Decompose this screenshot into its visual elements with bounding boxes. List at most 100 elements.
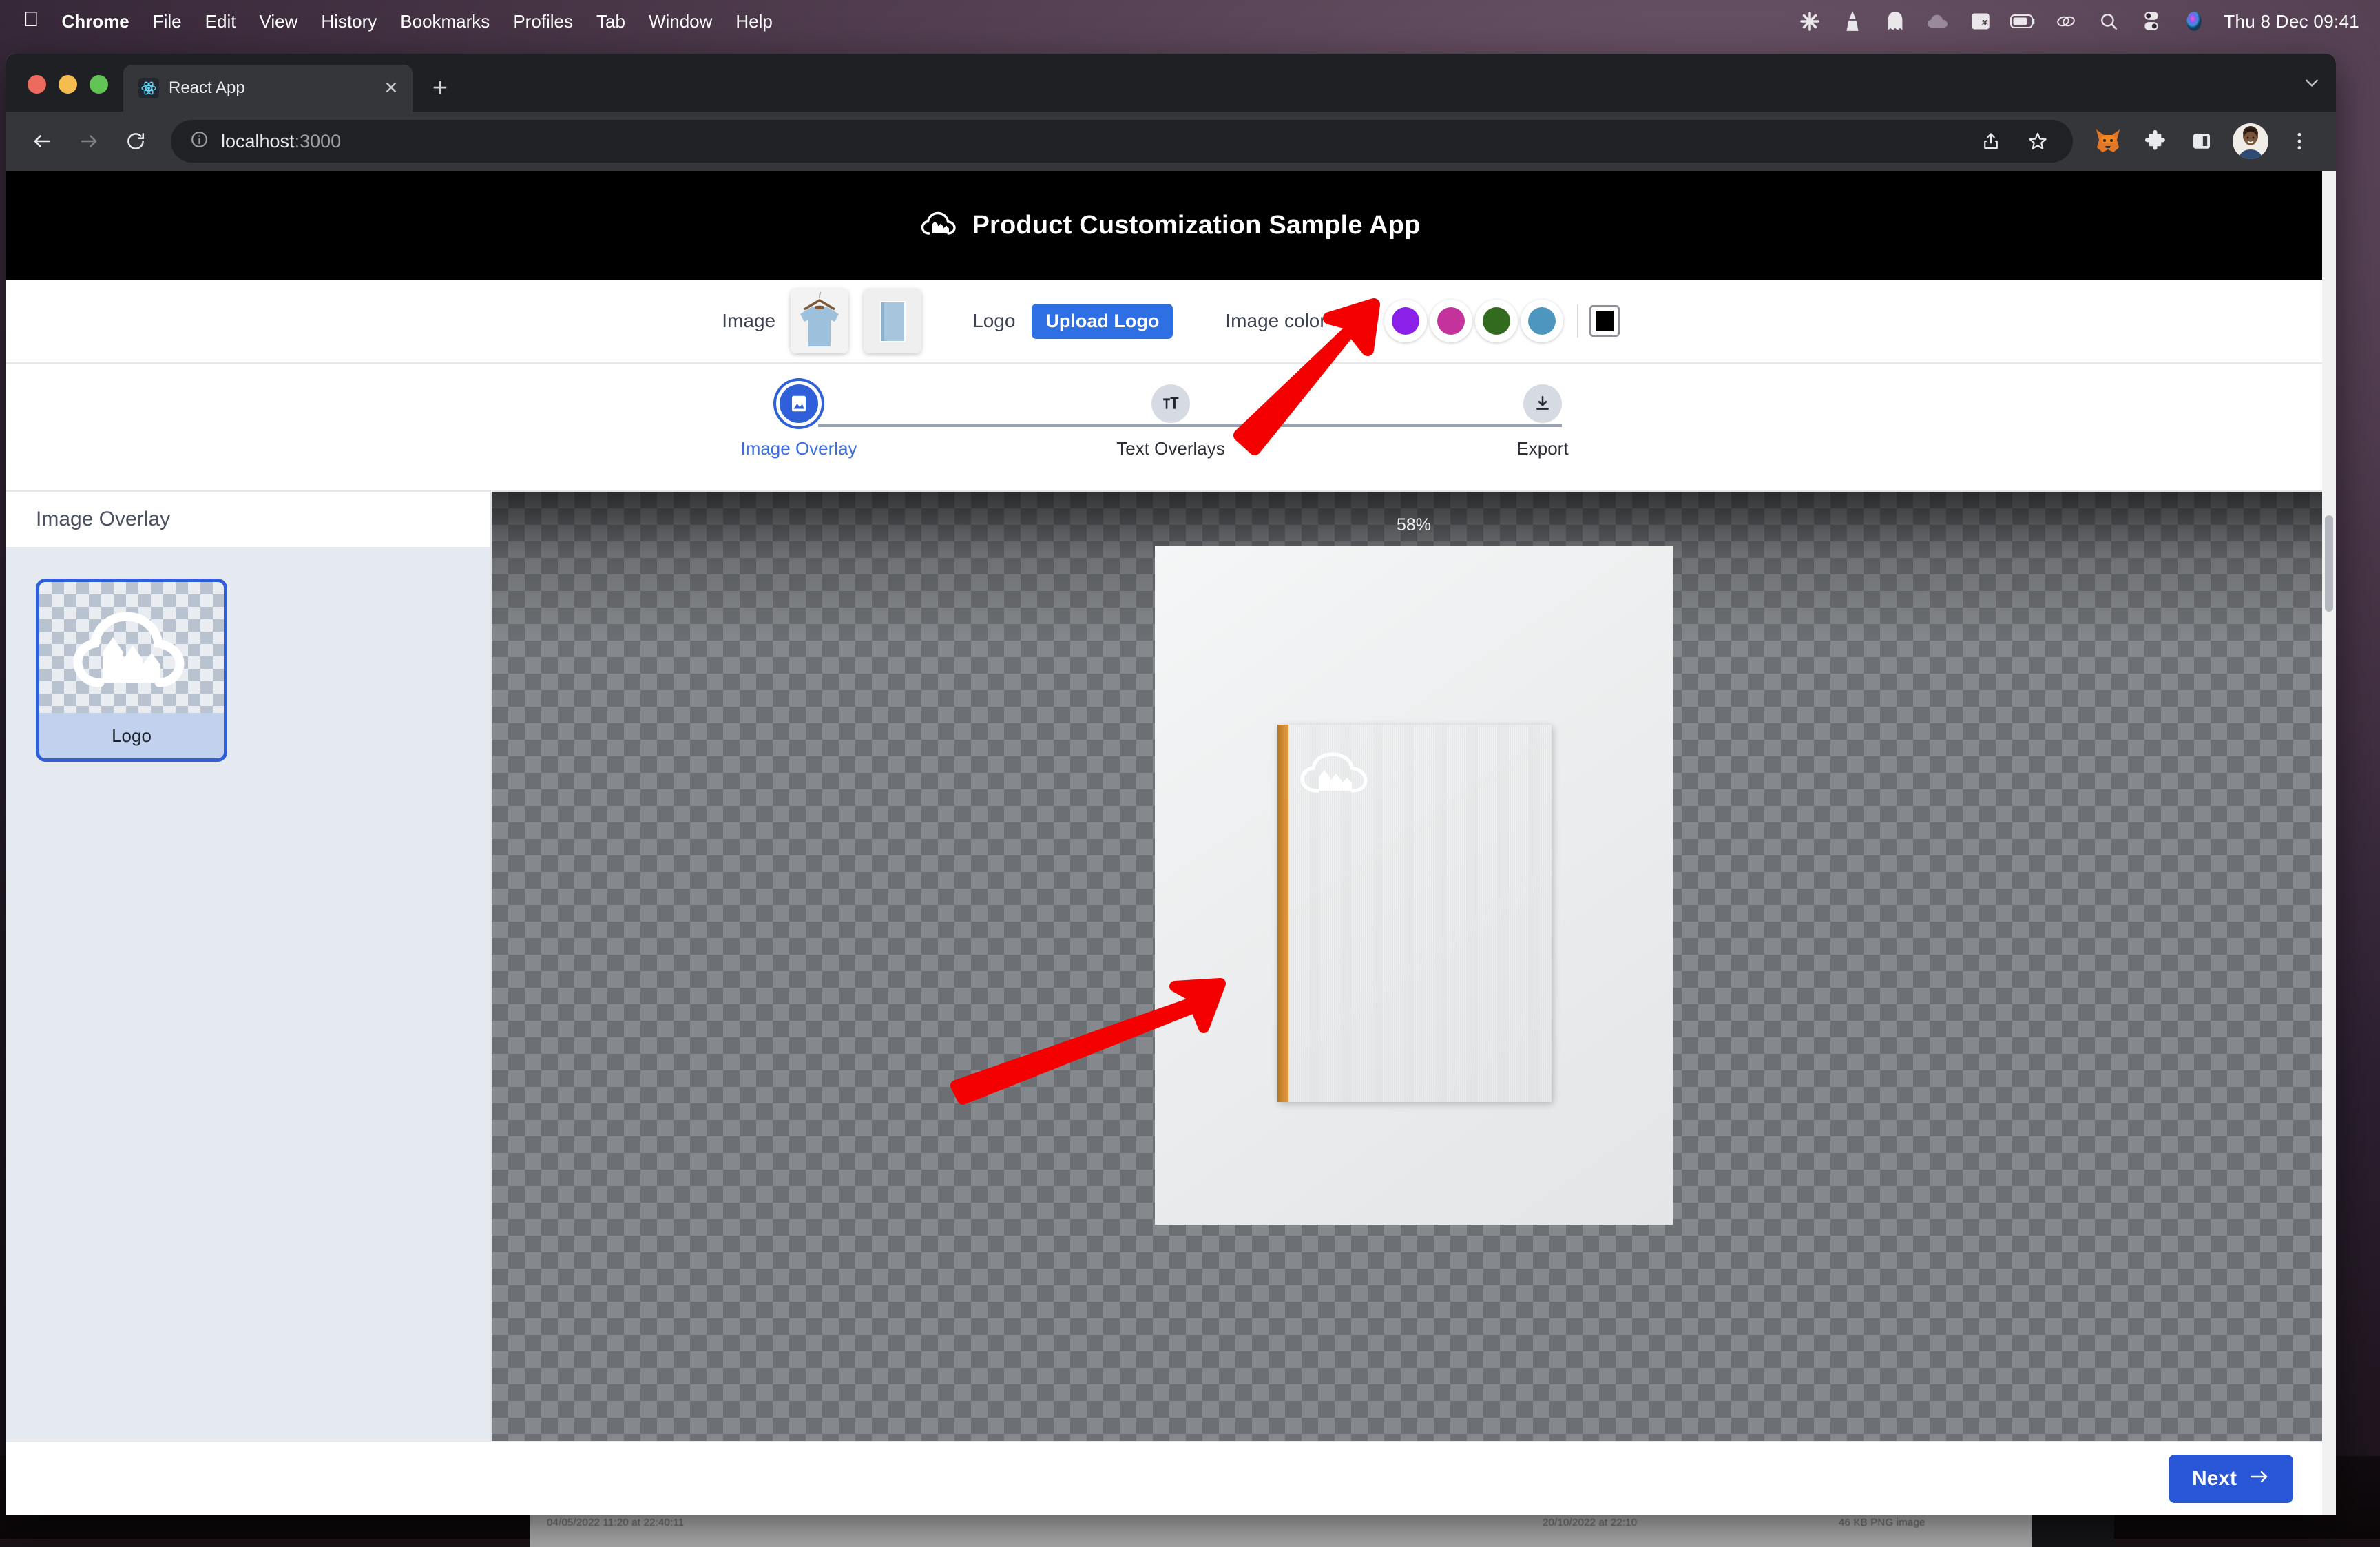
color-swatch-blue[interactable]	[1521, 300, 1563, 342]
app-title: Product Customization Sample App	[972, 211, 1420, 240]
next-button-label: Next	[2192, 1467, 2237, 1491]
browser-tab-strip: React App ✕ +	[6, 54, 2336, 112]
page-footer: Next	[6, 1441, 2336, 1515]
color-swatch-purple[interactable]	[1384, 300, 1427, 342]
color-swatch-green[interactable]	[1475, 300, 1518, 342]
product-preview-canvas[interactable]: 58%	[492, 492, 2336, 1441]
layers-sidebar: Image Overlay	[6, 492, 492, 1441]
extensions-puzzle-icon[interactable]	[2133, 120, 2176, 163]
app-header: Product Customization Sample App	[6, 171, 2336, 280]
side-panel-icon[interactable]	[2180, 120, 2223, 163]
logo-label: Logo	[972, 310, 1015, 332]
page-scrollbar-thumb[interactable]	[2325, 515, 2333, 612]
command-window-icon[interactable]: ⌘	[1959, 8, 2002, 35]
step-connector-2	[1190, 424, 1562, 427]
url-port: :3000	[295, 131, 342, 152]
profile-avatar[interactable]	[2233, 123, 2268, 159]
siri-icon[interactable]	[2173, 8, 2215, 35]
plus-icon[interactable]: +	[419, 68, 461, 109]
menu-item-help[interactable]: Help	[724, 11, 784, 32]
menu-item-edit[interactable]: Edit	[194, 11, 248, 32]
step-label-text-overlays: Text Overlays	[1116, 438, 1225, 459]
svg-text:⌘: ⌘	[1981, 19, 1989, 28]
layer-item-logo[interactable]: Logo	[36, 579, 227, 762]
product-mockup-image[interactable]	[1155, 546, 1673, 1225]
step-label-export: Export	[1516, 438, 1568, 459]
page-scrollbar[interactable]	[2322, 171, 2336, 1515]
info-circle-icon[interactable]	[190, 130, 209, 152]
control-center-icon[interactable]	[2130, 8, 2173, 35]
menu-item-file[interactable]: File	[141, 11, 194, 32]
color-swatch-orange[interactable]	[1339, 300, 1381, 342]
download-icon	[1523, 384, 1562, 423]
product-logo-overlay[interactable]	[1298, 752, 1381, 798]
layer-label-logo: Logo	[39, 713, 224, 758]
upload-logo-button[interactable]: Upload Logo	[1032, 304, 1173, 339]
menu-item-view[interactable]: View	[247, 11, 309, 32]
workflow-stepper: Image Overlay Text Overlays	[6, 364, 2336, 492]
image-icon	[780, 384, 818, 423]
url-host: localhost	[221, 131, 295, 152]
menu-item-bookmarks[interactable]: Bookmarks	[388, 11, 501, 32]
notebook-thumbnail[interactable]	[864, 289, 921, 353]
metamask-fox-icon[interactable]	[2087, 120, 2129, 163]
menu-item-history[interactable]: History	[309, 11, 388, 32]
book-spine	[1277, 725, 1288, 1102]
chevron-down-icon[interactable]	[2288, 54, 2336, 112]
ghost-icon[interactable]	[1874, 8, 1917, 35]
menu-item-chrome[interactable]: Chrome	[50, 11, 141, 32]
back-arrow-icon[interactable]	[21, 120, 63, 163]
menu-item-profiles[interactable]: Profiles	[501, 11, 585, 32]
step-connector-1	[818, 424, 1190, 427]
color-swatch-group	[1339, 300, 1620, 342]
search-icon[interactable]	[2087, 8, 2130, 35]
reload-icon[interactable]	[114, 120, 157, 163]
menu-item-tab[interactable]: Tab	[585, 11, 637, 32]
address-bar[interactable]: localhost:3000	[171, 120, 2073, 163]
orange-notebook-product[interactable]	[1277, 725, 1552, 1102]
menubar-clock[interactable]: Thu 8 Dec 09:41	[2215, 11, 2362, 32]
chrome-browser-window: React App ✕ +	[6, 54, 2336, 1515]
cloud-arrows-logo-icon	[39, 582, 224, 713]
minimize-window-button[interactable]	[59, 75, 77, 94]
sidebar-layer-list: Logo	[6, 548, 490, 1441]
step-label-image-overlay: Image Overlay	[740, 438, 857, 459]
asterisk-snowflake-icon[interactable]	[1788, 8, 1831, 35]
sidebar-title: Image Overlay	[6, 492, 490, 548]
close-icon[interactable]: ✕	[379, 76, 403, 100]
image-color-label: Image color	[1225, 310, 1326, 332]
divider	[1577, 304, 1578, 338]
tab-strip-spacer	[461, 105, 2288, 112]
browser-tab-title: React App	[169, 79, 370, 98]
editor-workspace: Image Overlay	[6, 492, 2336, 1441]
arrow-right-icon	[2249, 1467, 2270, 1491]
customization-toolbar: Image Logo	[6, 280, 2336, 364]
menu-item-window[interactable]: Window	[637, 11, 724, 32]
address-bar-url: localhost:3000	[221, 131, 341, 152]
image-label: Image	[722, 310, 775, 332]
next-button[interactable]: Next	[2169, 1455, 2293, 1503]
three-dot-menu-icon[interactable]	[2278, 120, 2321, 163]
maximize-window-button[interactable]	[90, 75, 108, 94]
browser-toolbar: localhost:3000	[6, 112, 2336, 171]
star-icon[interactable]	[2016, 120, 2059, 163]
link-chain-icon[interactable]	[2045, 8, 2087, 35]
zoom-level-indicator: 58%	[1397, 515, 1431, 535]
window-traffic-lights[interactable]	[23, 75, 123, 112]
close-window-button[interactable]	[28, 75, 46, 94]
share-icon[interactable]	[1970, 120, 2012, 163]
color-swatch-magenta[interactable]	[1430, 300, 1472, 342]
web-page-viewport: Product Customization Sample App Image	[6, 171, 2336, 1515]
color-picker-swatch-icon[interactable]	[1589, 305, 1620, 337]
cloud-icon[interactable]	[1917, 8, 1959, 35]
macos-menubar[interactable]:  Chrome File Edit View History Bookmark…	[0, 0, 2380, 43]
text-size-icon	[1151, 384, 1190, 423]
react-logo-icon	[138, 78, 159, 98]
vlc-cone-icon[interactable]	[1831, 8, 1874, 35]
apple-logo-icon[interactable]: 	[23, 10, 50, 33]
battery-icon[interactable]	[2002, 8, 2045, 35]
forward-arrow-icon[interactable]	[67, 120, 110, 163]
cloud-bars-logo-icon	[921, 210, 957, 241]
tshirt-thumbnail[interactable]	[791, 289, 848, 353]
browser-tab[interactable]: React App ✕	[123, 65, 413, 112]
